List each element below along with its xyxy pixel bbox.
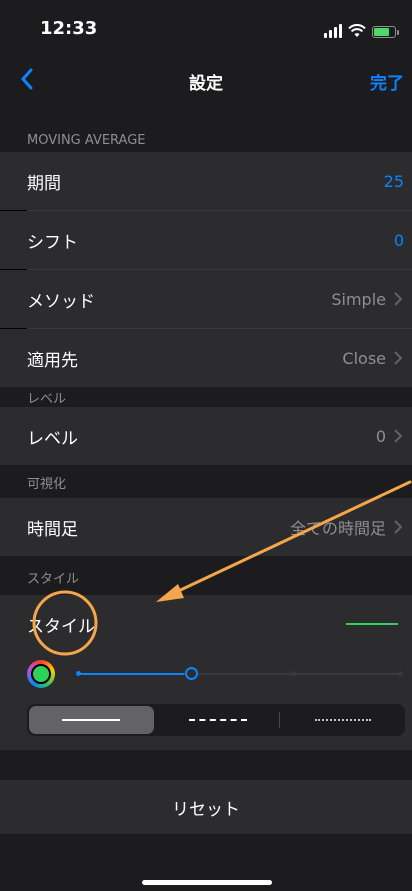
- color-picker-button[interactable]: [27, 660, 55, 688]
- section-header-level: レベル: [0, 387, 412, 407]
- level-value: 0: [375, 426, 386, 446]
- chevron-right-icon: [394, 428, 404, 444]
- row-label: 期間: [27, 173, 61, 194]
- section-header-moving-average: MOVING AVERAGE: [0, 102, 412, 152]
- battery-icon: [372, 26, 399, 38]
- section-header-style: スタイル: [0, 556, 412, 595]
- method-value: Simple: [331, 289, 386, 309]
- line-color-preview: [346, 623, 398, 625]
- done-button[interactable]: 完了: [370, 69, 404, 94]
- line-type-segmented-control: [27, 704, 405, 736]
- row-label: スタイル: [27, 616, 95, 637]
- line-type-dotted[interactable]: [280, 704, 405, 736]
- row-label: レベル: [27, 428, 78, 449]
- solid-line-icon: [62, 719, 121, 721]
- dotted-line-icon: [314, 719, 371, 721]
- apply-to-value: Close: [342, 348, 386, 368]
- slider-thumb[interactable]: [185, 667, 198, 680]
- line-type-solid[interactable]: [29, 706, 154, 734]
- row-period[interactable]: 期間 25: [0, 152, 412, 210]
- dashed-line-icon: [189, 719, 247, 721]
- thickness-slider[interactable]: [76, 667, 403, 680]
- wifi-icon: [348, 24, 366, 37]
- chevron-right-icon: [394, 350, 404, 366]
- line-type-dashed[interactable]: [156, 704, 281, 736]
- reset-button[interactable]: リセット: [0, 780, 412, 834]
- spacer: [0, 750, 412, 780]
- chevron-right-icon: [394, 519, 404, 535]
- row-label: 適用先: [27, 350, 78, 371]
- status-icons: [324, 20, 399, 38]
- row-method[interactable]: メソッド Simple: [0, 270, 412, 328]
- chevron-right-icon: [394, 291, 404, 307]
- row-label: 時間足: [27, 519, 78, 540]
- slider-fill: [78, 673, 191, 675]
- row-shift[interactable]: シフト 0: [0, 211, 412, 269]
- row-level[interactable]: レベル 0: [0, 407, 412, 465]
- navigation-bar: 設定 完了: [0, 58, 412, 102]
- slider-stop: [398, 671, 403, 676]
- period-value[interactable]: 25: [384, 172, 404, 191]
- timeframe-value: 全ての時間足: [289, 519, 386, 538]
- row-label: メソッド: [27, 291, 95, 312]
- slider-stop: [76, 671, 81, 676]
- row-timeframe[interactable]: 時間足 全ての時間足: [0, 498, 412, 556]
- status-time: 12:33: [40, 18, 98, 39]
- shift-value[interactable]: 0: [394, 231, 404, 250]
- row-apply-to[interactable]: 適用先 Close: [0, 329, 412, 387]
- selected-color: [31, 664, 51, 684]
- home-indicator[interactable]: [142, 880, 272, 885]
- row-label: シフト: [27, 232, 78, 253]
- slider-stop: [291, 671, 296, 676]
- status-bar: 12:33: [0, 0, 412, 58]
- row-style[interactable]: スタイル: [0, 595, 412, 653]
- signal-icon: [324, 24, 342, 38]
- page-title: 設定: [189, 74, 223, 94]
- section-header-visualization: 可視化: [0, 465, 412, 498]
